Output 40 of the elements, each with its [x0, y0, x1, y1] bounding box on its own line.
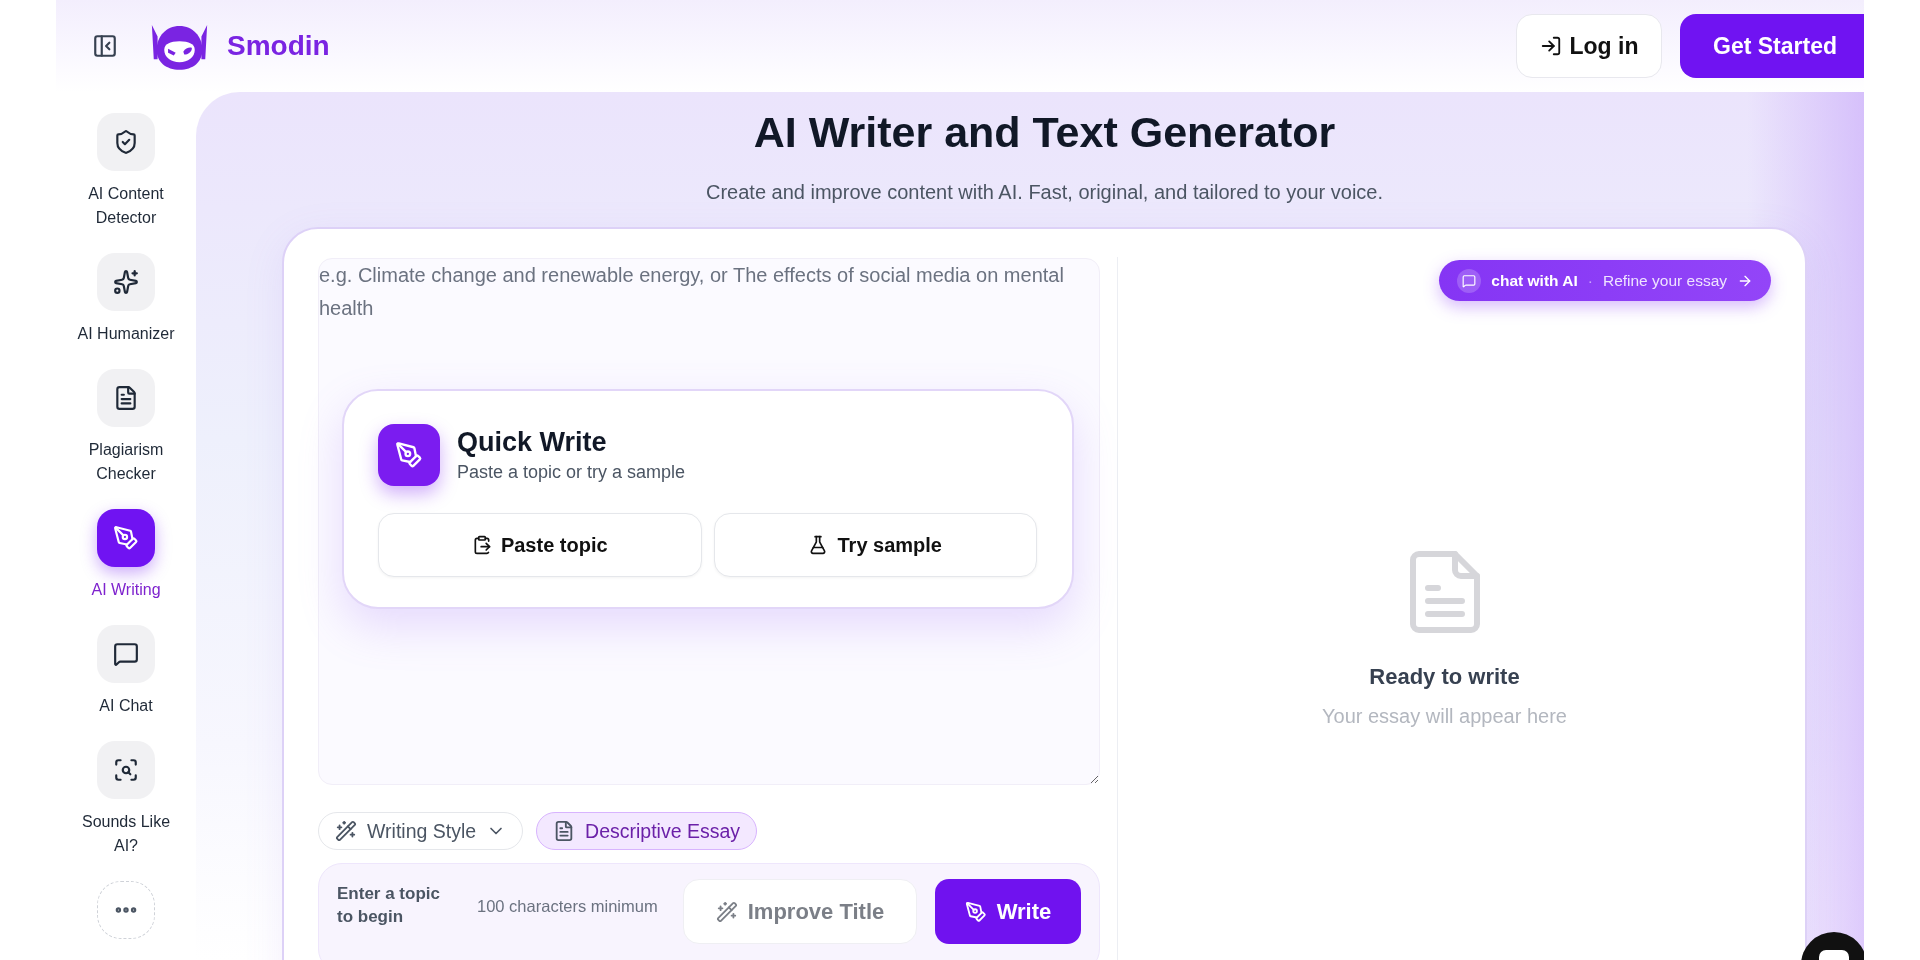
sidebar-item[interactable]: Sounds Like AI? — [70, 741, 182, 858]
write-button[interactable]: Write — [935, 879, 1081, 944]
collapse-sidebar-button[interactable] — [92, 33, 118, 59]
empty-state-subtitle: Your essay will appear here — [1322, 704, 1567, 729]
speech-bubble-icon — [97, 625, 155, 683]
quick-write-button[interactable]: Try sample — [713, 513, 1037, 577]
essay-type-chip[interactable]: Descriptive Essay — [536, 812, 758, 850]
sidebar-item[interactable]: AI Chat — [97, 625, 155, 718]
login-arrow-icon — [1539, 35, 1562, 57]
scan-search-icon — [97, 741, 155, 799]
quick-write-subtitle: Paste a topic or try a sample — [457, 461, 686, 484]
magic-wand-icon — [335, 820, 357, 842]
pen-nib-icon — [97, 509, 155, 567]
sparkles-icon — [97, 253, 155, 311]
document-icon — [1409, 551, 1480, 633]
writing-style-dropdown[interactable]: Writing Style — [318, 812, 524, 850]
sidebar-item[interactable]: AI Content Detector — [70, 113, 182, 230]
chat-with-ai-button[interactable]: chat with AI · Refine your essay — [1439, 260, 1771, 301]
speech-bubble-icon — [1457, 268, 1482, 293]
page-title: AI Writer and Text Generator — [753, 107, 1336, 158]
page-subtitle: Create and improve content with AI. Fast, original, and tailored to your voice. — [706, 180, 1383, 205]
topic-hint: Enter a topic to begin — [337, 883, 441, 928]
login-button[interactable]: Log in — [1516, 14, 1662, 78]
shield-check-icon — [97, 113, 155, 171]
brand-name: Smodin — [227, 29, 330, 63]
sidebar-item[interactable]: Plagiarism Checker — [70, 369, 182, 486]
panel-collapse-icon — [92, 33, 118, 59]
pen-nib-icon — [964, 900, 987, 923]
sidebar-item[interactable]: AI Humanizer — [77, 253, 175, 346]
document-icon — [97, 369, 155, 427]
quick-write-button[interactable]: Paste topic — [378, 513, 702, 577]
more-button[interactable] — [97, 881, 155, 939]
quick-write-title: Quick Write — [457, 426, 608, 458]
magic-wand-icon — [715, 900, 738, 923]
length-requirement: 100 characters minimum — [477, 896, 658, 916]
more-dots-icon — [97, 881, 155, 939]
sidebar-item[interactable]: AI Writing — [91, 509, 161, 602]
get-started-button[interactable]: Get Started — [1680, 14, 1864, 78]
pen-nib-icon — [378, 424, 440, 486]
empty-state-title: Ready to write — [1369, 664, 1520, 690]
